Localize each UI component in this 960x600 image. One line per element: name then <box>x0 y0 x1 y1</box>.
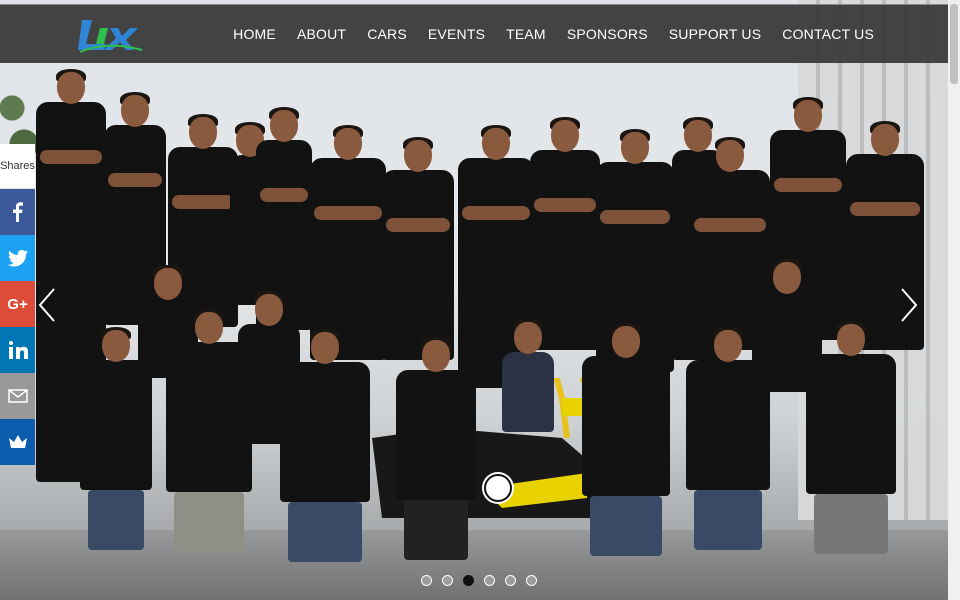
team-member <box>280 329 370 562</box>
facebook-icon <box>12 202 23 222</box>
chevron-left-icon <box>38 288 55 322</box>
top-navbar: HOME ABOUT CARS EVENTS TEAM SPONSORS SUP… <box>0 4 948 63</box>
nav-cars[interactable]: CARS <box>367 26 407 42</box>
share-linkedin-button[interactable] <box>0 327 35 373</box>
carousel-dot-active[interactable] <box>463 575 474 586</box>
team-member <box>530 117 600 350</box>
crown-icon <box>8 435 27 448</box>
hero-team-photo <box>0 0 948 600</box>
nav-team[interactable]: TEAM <box>506 26 546 42</box>
page-scrollbar[interactable] <box>948 0 960 600</box>
share-email-button[interactable] <box>0 373 35 419</box>
team-member <box>806 321 896 554</box>
team-member <box>382 137 454 360</box>
twitter-icon <box>7 250 28 267</box>
scrollbar-thumb[interactable] <box>950 4 958 84</box>
carousel-indicators <box>421 575 537 586</box>
share-twitter-button[interactable] <box>0 235 35 281</box>
shares-label: Shares <box>0 144 35 188</box>
team-member <box>310 125 386 360</box>
team-member <box>396 337 476 560</box>
nav-about[interactable]: ABOUT <box>297 26 346 42</box>
team-logo[interactable] <box>78 14 144 54</box>
share-sumo-button[interactable] <box>0 419 35 465</box>
carousel-dot[interactable] <box>505 575 516 586</box>
main-nav: HOME ABOUT CARS EVENTS TEAM SPONSORS SUP… <box>233 5 874 63</box>
nav-support-us[interactable]: SUPPORT US <box>669 26 762 42</box>
carousel-dot[interactable] <box>442 575 453 586</box>
nav-home[interactable]: HOME <box>233 26 276 42</box>
chevron-right-icon <box>901 288 918 322</box>
nav-events[interactable]: EVENTS <box>428 26 485 42</box>
carousel-dot[interactable] <box>421 575 432 586</box>
share-googleplus-button[interactable]: G+ <box>0 281 35 327</box>
email-icon <box>7 389 28 403</box>
team-member <box>502 319 554 432</box>
linkedin-icon <box>8 341 28 359</box>
nav-contact-us[interactable]: CONTACT US <box>782 26 874 42</box>
carousel-prev-button[interactable] <box>36 285 58 325</box>
google-plus-icon: G+ <box>7 295 28 313</box>
share-facebook-button[interactable] <box>0 189 35 235</box>
team-member <box>582 323 670 556</box>
carousel-dot[interactable] <box>484 575 495 586</box>
carousel-dot[interactable] <box>526 575 537 586</box>
carousel-next-button[interactable] <box>898 285 920 325</box>
nav-sponsors[interactable]: SPONSORS <box>567 26 648 42</box>
